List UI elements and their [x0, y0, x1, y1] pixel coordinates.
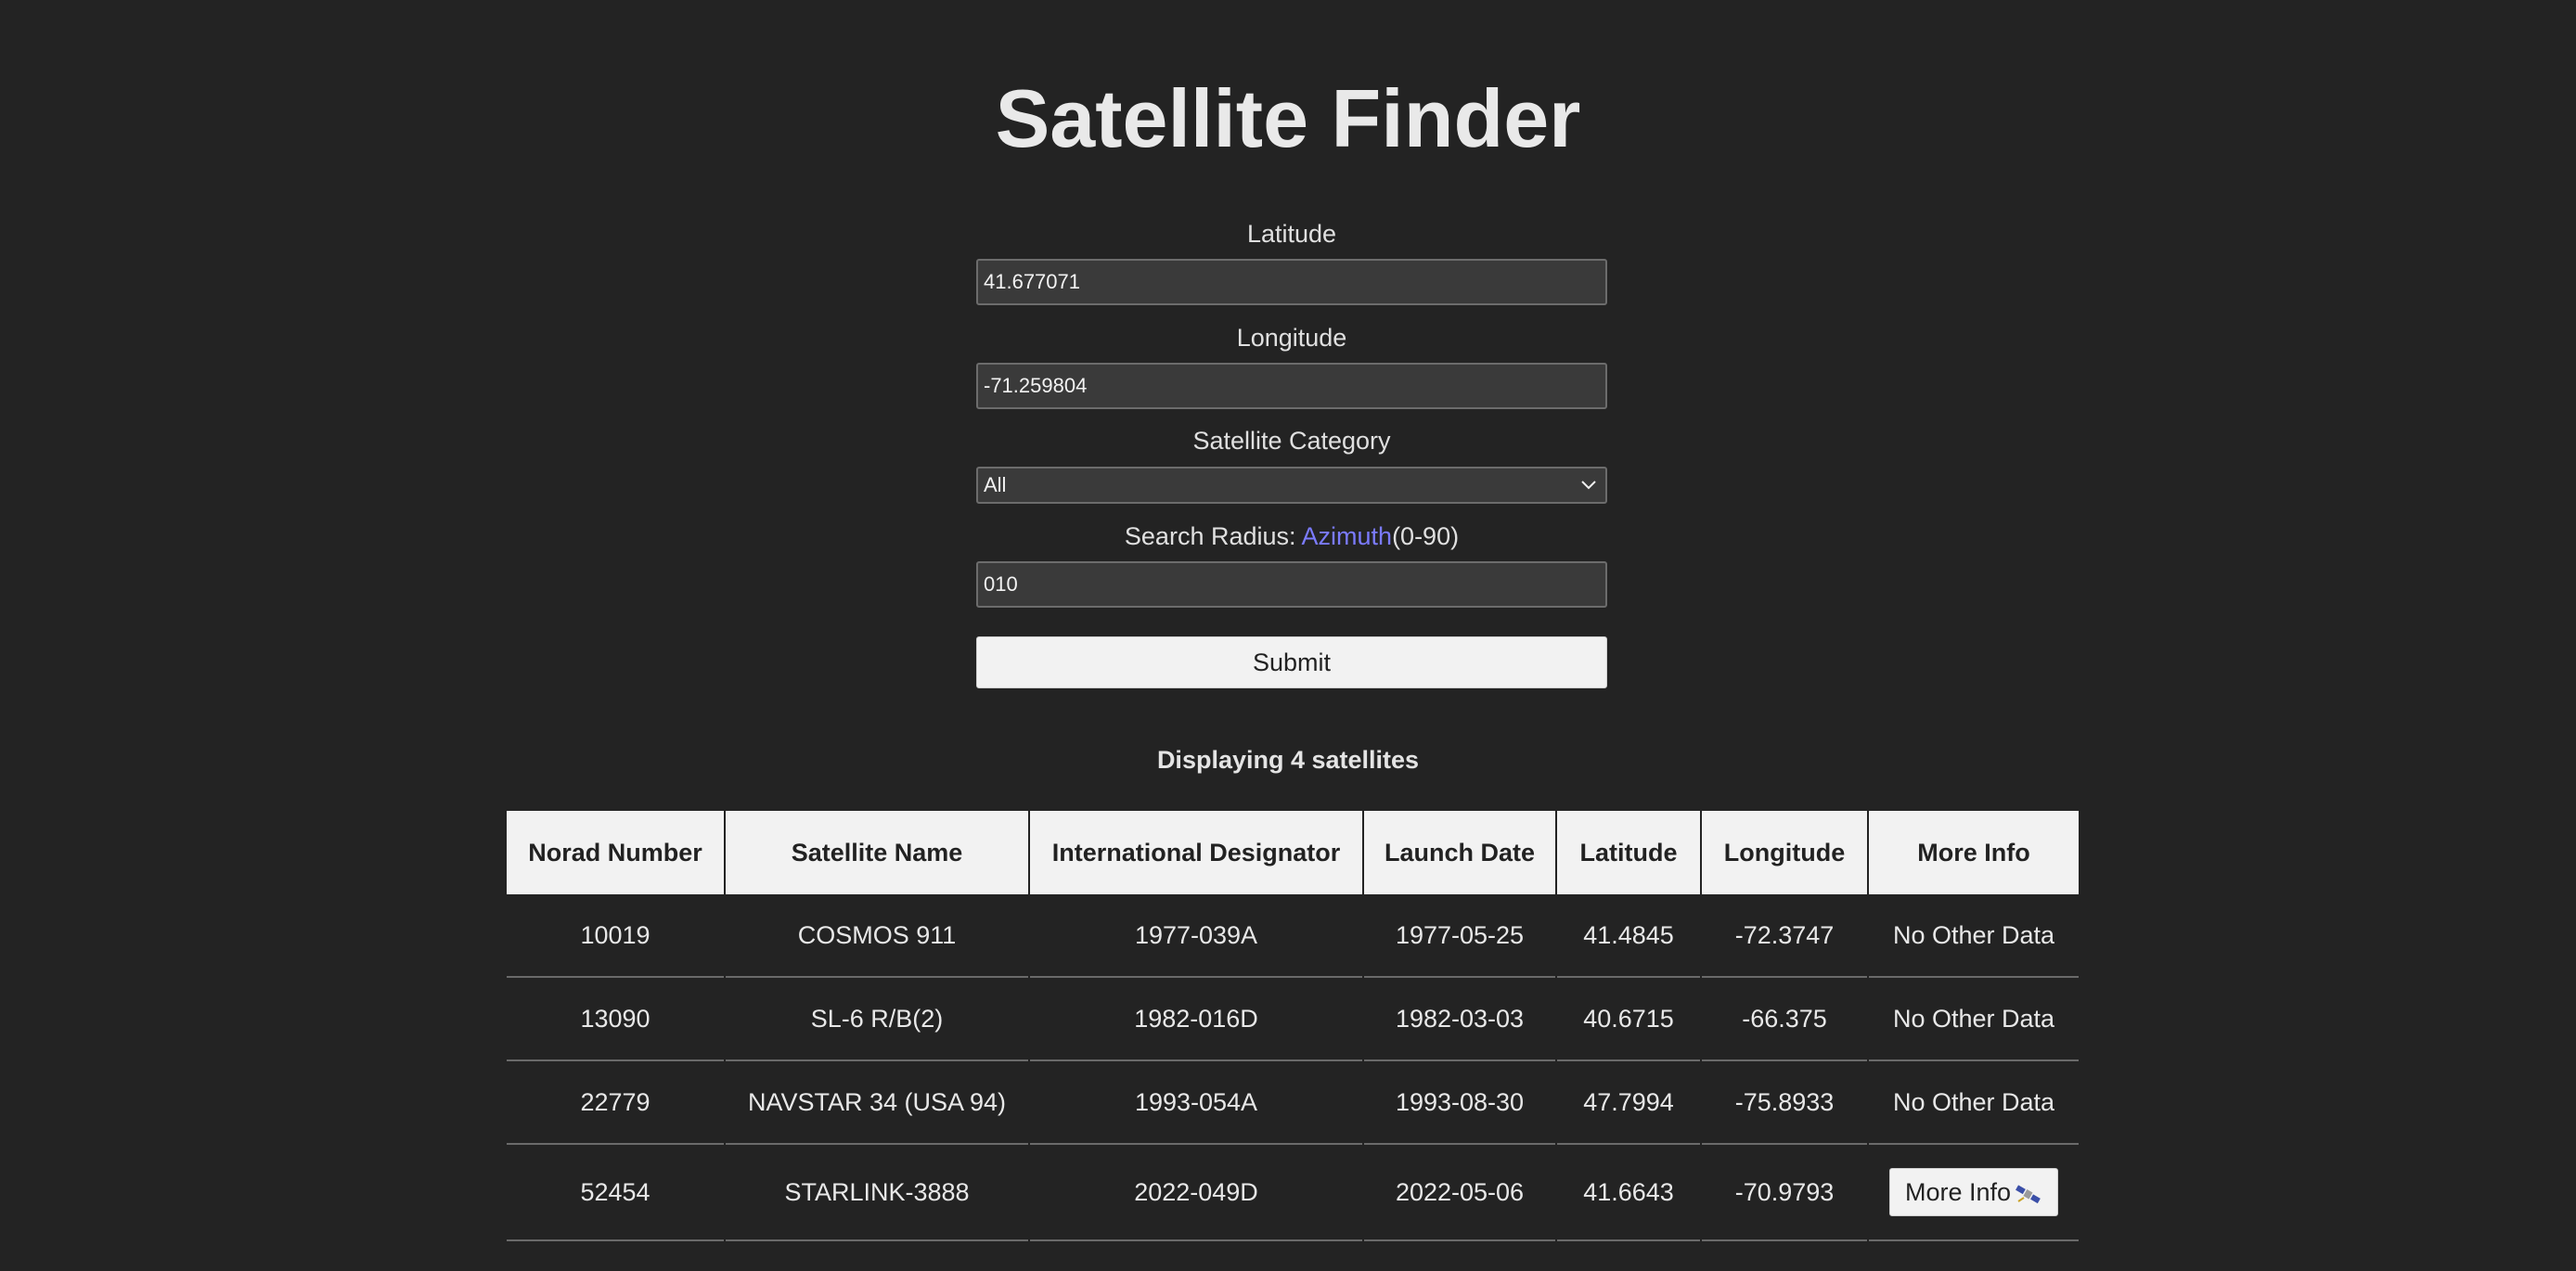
latitude-label: Latitude: [1246, 220, 1337, 248]
satellite-table: Norad Number Satellite Name Internationa…: [505, 811, 2080, 1241]
cell-designator: 1977-039A: [1030, 894, 1362, 978]
azimuth-link[interactable]: Azimuth: [1302, 522, 1393, 550]
longitude-input[interactable]: [976, 363, 1607, 409]
cell-norad: 22779: [507, 1061, 724, 1145]
cell-longitude: -72.3747: [1702, 894, 1867, 978]
cell-longitude: -66.375: [1702, 978, 1867, 1061]
cell-launch-date: 1982-03-03: [1364, 978, 1555, 1061]
radius-label: Search Radius: Azimuth(0-90): [976, 521, 1607, 551]
chevron-down-icon: [1581, 481, 1596, 490]
cell-more-info: More Info: [1869, 1145, 2079, 1241]
cell-latitude: 41.6643: [1557, 1145, 1700, 1241]
column-header-launch-date: Launch Date: [1364, 811, 1555, 894]
column-header-more-info: More Info: [1869, 811, 2079, 894]
cell-latitude: 40.6715: [1557, 978, 1700, 1061]
latitude-input[interactable]: [976, 259, 1607, 305]
radius-input[interactable]: [976, 561, 1607, 608]
table-row: 22779 NAVSTAR 34 (USA 94) 1993-054A 1993…: [507, 1061, 2079, 1145]
cell-designator: 2022-049D: [1030, 1145, 1362, 1241]
category-select[interactable]: All: [976, 467, 1607, 504]
results-count: Displaying 4 satellites: [1156, 746, 1420, 774]
column-header-latitude: Latitude: [1557, 811, 1700, 894]
cell-name: COSMOS 911: [726, 894, 1028, 978]
cell-name: STARLINK-3888: [726, 1145, 1028, 1241]
cell-more-info: No Other Data: [1869, 1061, 2079, 1145]
cell-longitude: -75.8933: [1702, 1061, 1867, 1145]
cell-more-info: No Other Data: [1869, 978, 2079, 1061]
more-info-button[interactable]: More Info: [1888, 1168, 2059, 1216]
submit-button[interactable]: Submit: [976, 636, 1607, 688]
cell-name: NAVSTAR 34 (USA 94): [726, 1061, 1028, 1145]
category-select-value: All: [984, 473, 1007, 496]
cell-launch-date: 1993-08-30: [1364, 1061, 1555, 1145]
satellite-icon: [2016, 1185, 2041, 1203]
column-header-designator: International Designator: [1030, 811, 1362, 894]
column-header-norad: Norad Number: [507, 811, 724, 894]
table-row: 52454 STARLINK-3888 2022-049D 2022-05-06…: [507, 1145, 2079, 1241]
radius-label-prefix: Search Radius:: [1124, 522, 1302, 550]
table-row: 13090 SL-6 R/B(2) 1982-016D 1982-03-03 4…: [507, 978, 2079, 1061]
more-info-label: More Info: [1904, 1178, 2012, 1206]
cell-more-info: No Other Data: [1869, 894, 2079, 978]
table-row: 10019 COSMOS 911 1977-039A 1977-05-25 41…: [507, 894, 2079, 978]
table-header-row: Norad Number Satellite Name Internationa…: [507, 811, 2079, 894]
cell-latitude: 47.7994: [1557, 1061, 1700, 1145]
cell-launch-date: 2022-05-06: [1364, 1145, 1555, 1241]
column-header-name: Satellite Name: [726, 811, 1028, 894]
cell-launch-date: 1977-05-25: [1364, 894, 1555, 978]
cell-designator: 1993-054A: [1030, 1061, 1362, 1145]
page-title: Satellite Finder: [995, 72, 1581, 164]
cell-norad: 13090: [507, 978, 724, 1061]
column-header-longitude: Longitude: [1702, 811, 1867, 894]
cell-norad: 10019: [507, 894, 724, 978]
cell-latitude: 41.4845: [1557, 894, 1700, 978]
category-label: Satellite Category: [1192, 427, 1391, 455]
cell-name: SL-6 R/B(2): [726, 978, 1028, 1061]
radius-label-suffix: (0-90): [1392, 522, 1460, 550]
cell-longitude: -70.9793: [1702, 1145, 1867, 1241]
cell-designator: 1982-016D: [1030, 978, 1362, 1061]
cell-norad: 52454: [507, 1145, 724, 1241]
longitude-label: Longitude: [1236, 324, 1347, 352]
